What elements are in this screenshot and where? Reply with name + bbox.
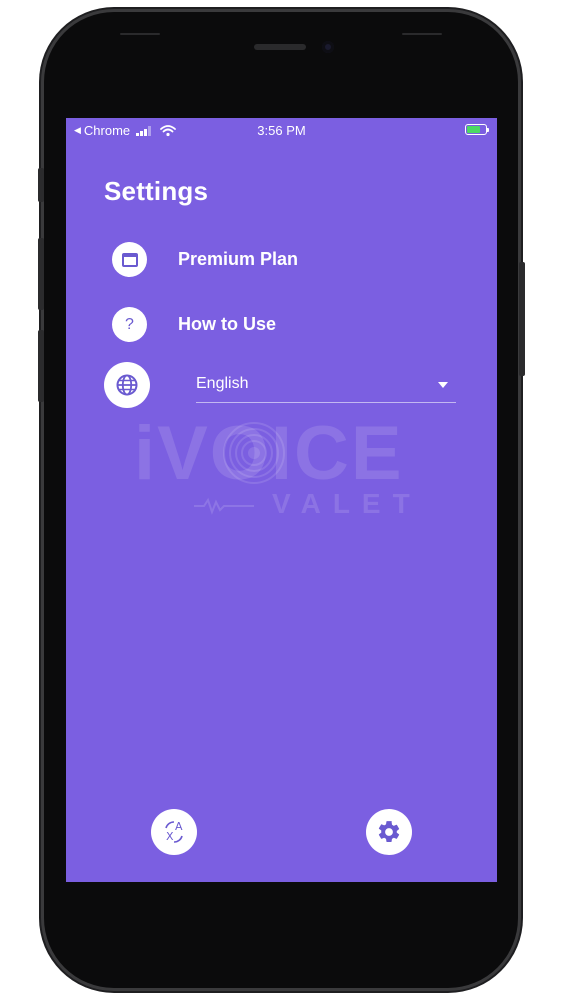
- svg-text:X: X: [166, 830, 174, 843]
- settings-nav-button[interactable]: [366, 809, 412, 855]
- battery-level: [467, 126, 480, 133]
- globe-icon: [104, 362, 150, 408]
- frame-antenna-line: [402, 33, 442, 35]
- status-time: 3:56 PM: [257, 123, 306, 138]
- question-glyph: ?: [125, 315, 134, 333]
- page-title: Settings: [104, 176, 209, 206]
- waveform-icon: [194, 497, 254, 515]
- window-icon: [112, 242, 147, 277]
- language-selected-value: English: [196, 375, 249, 392]
- frame-antenna-line: [120, 33, 160, 35]
- watermark-main-text: iVOICE: [134, 411, 404, 496]
- app-screen: ◀ Chrome 3:56 PM Settings Premium Plan ?…: [66, 118, 497, 882]
- status-bar: ◀ Chrome 3:56 PM: [66, 118, 497, 142]
- menu-item-how-to-use[interactable]: ? How to Use: [112, 307, 276, 342]
- chevron-down-icon: [438, 382, 448, 388]
- front-camera: [322, 41, 334, 53]
- battery-icon: [465, 124, 489, 135]
- gear-icon: [378, 821, 400, 842]
- menu-item-label: Premium Plan: [178, 249, 299, 269]
- translate-nav-button[interactable]: X A: [151, 809, 197, 855]
- stage: ◀ Chrome 3:56 PM Settings Premium Plan ?…: [0, 0, 563, 1000]
- app-logo-watermark: iVOICE VALET: [134, 416, 434, 526]
- volume-down-button: [38, 330, 44, 402]
- question-icon: ?: [112, 307, 147, 342]
- menu-item-premium-plan[interactable]: Premium Plan: [112, 242, 298, 277]
- language-select[interactable]: English: [196, 372, 456, 403]
- watermark-sub-text: VALET: [272, 488, 422, 519]
- earpiece-speaker: [254, 44, 306, 50]
- power-button: [519, 262, 525, 376]
- translate-icon: X A: [165, 820, 183, 843]
- sound-rings-icon: [223, 422, 285, 484]
- menu-item-label: How to Use: [178, 314, 277, 334]
- volume-up-button: [38, 238, 44, 310]
- svg-text:A: A: [175, 820, 183, 833]
- mute-switch: [38, 168, 44, 202]
